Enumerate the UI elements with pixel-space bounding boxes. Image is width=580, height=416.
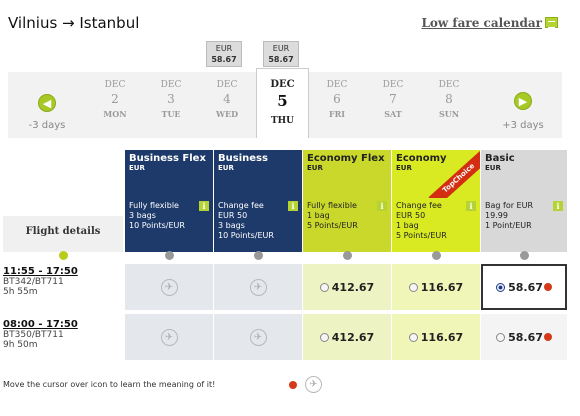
- flight-time-link[interactable]: 08:00 - 17:50: [3, 319, 78, 330]
- info-icon[interactable]: i: [466, 201, 476, 211]
- fare-cell[interactable]: 58.67: [481, 314, 567, 360]
- fare-cell[interactable]: 412.67: [303, 314, 391, 360]
- flight-time-link[interactable]: 11:55 - 17:50: [3, 266, 78, 277]
- date-cell-selected[interactable]: DEC 5 THU: [256, 68, 309, 138]
- fare-radio[interactable]: [319, 332, 329, 342]
- info-icon[interactable]: i: [553, 201, 563, 211]
- plane-icon[interactable]: ✈: [305, 376, 322, 393]
- sort-down-icon[interactable]: [432, 251, 441, 260]
- fare-cell-unavailable: ✈: [125, 264, 213, 310]
- prev-days-label[interactable]: -3 days: [14, 120, 80, 131]
- date-cell[interactable]: DEC 7 SAT: [369, 72, 417, 138]
- fare-cell-unavailable: ✈: [214, 264, 302, 310]
- fare-cell[interactable]: 412.67: [303, 264, 391, 310]
- sort-down-icon[interactable]: [520, 251, 529, 260]
- sort-down-icon[interactable]: [165, 251, 174, 260]
- fare-radio[interactable]: [408, 332, 418, 342]
- apple-icon[interactable]: [543, 283, 552, 291]
- info-icon[interactable]: i: [377, 201, 387, 211]
- prev-days-arrow-icon[interactable]: ◀: [38, 94, 56, 112]
- fare-radio[interactable]: [319, 282, 329, 292]
- date-cell[interactable]: DEC 2 MON: [91, 72, 139, 138]
- calendar-icon[interactable]: [545, 17, 558, 28]
- flight-row-2-details: 08:00 - 17:50 BT350/BT711 9h 50m: [3, 319, 78, 350]
- flight-details-label: Flight details: [25, 226, 101, 237]
- info-icon[interactable]: i: [199, 201, 209, 211]
- plane-icon[interactable]: ✈: [160, 328, 178, 346]
- plane-icon[interactable]: ✈: [249, 328, 267, 346]
- fare-desc-economy-flex: Fully flexible 1 bag 5 Points/EUR i: [303, 198, 391, 252]
- fare-radio[interactable]: [408, 282, 418, 292]
- price-tag-wed: EUR 58.67: [206, 41, 242, 67]
- fare-radio-selected[interactable]: [496, 282, 506, 292]
- sort-down-icon[interactable]: [59, 251, 68, 260]
- date-cell[interactable]: DEC 3 TUE: [147, 72, 195, 138]
- date-cell[interactable]: DEC 4 WED: [203, 72, 251, 138]
- date-cell[interactable]: DEC 8 SUN: [425, 72, 473, 138]
- plane-icon[interactable]: ✈: [160, 278, 178, 296]
- fare-desc-basic: Bag for EUR 19.99 1 Point/EUR i: [481, 198, 567, 252]
- next-days-label[interactable]: +3 days: [492, 120, 554, 131]
- fare-cell[interactable]: 116.67: [392, 314, 480, 360]
- date-cell[interactable]: DEC 6 FRI: [313, 72, 361, 138]
- footer-hint: Move the cursor over icon to learn the m…: [3, 380, 216, 389]
- fare-desc-business: Change fee EUR 50 3 bags 10 Points/EUR i: [214, 198, 302, 252]
- fare-desc-business-flex: Fully flexible 3 bags 10 Points/EUR i: [125, 198, 213, 252]
- apple-icon[interactable]: [543, 333, 552, 341]
- info-icon[interactable]: i: [288, 201, 298, 211]
- fare-cell[interactable]: 116.67: [392, 264, 480, 310]
- flight-row-1-details: 11:55 - 17:50 BT342/BT711 5h 55m: [3, 266, 78, 297]
- fare-radio[interactable]: [496, 332, 506, 342]
- fare-cell-unavailable: ✈: [125, 314, 213, 360]
- next-days-arrow-icon[interactable]: ▶: [514, 92, 532, 110]
- low-fare-calendar-link[interactable]: Low fare calendar: [421, 16, 542, 30]
- sort-down-icon[interactable]: [254, 251, 263, 260]
- plane-icon[interactable]: ✈: [249, 278, 267, 296]
- fare-cell-selected[interactable]: 58.67: [481, 264, 567, 310]
- fare-desc-economy: Change fee EUR 50 1 bag 5 Points/EUR i: [392, 198, 480, 252]
- route-title: Vilnius → Istanbul: [8, 14, 140, 32]
- sort-down-icon[interactable]: [343, 251, 352, 260]
- apple-icon[interactable]: [289, 381, 297, 389]
- fare-cell-unavailable: ✈: [214, 314, 302, 360]
- price-tag-thu: EUR 58.67: [263, 41, 299, 67]
